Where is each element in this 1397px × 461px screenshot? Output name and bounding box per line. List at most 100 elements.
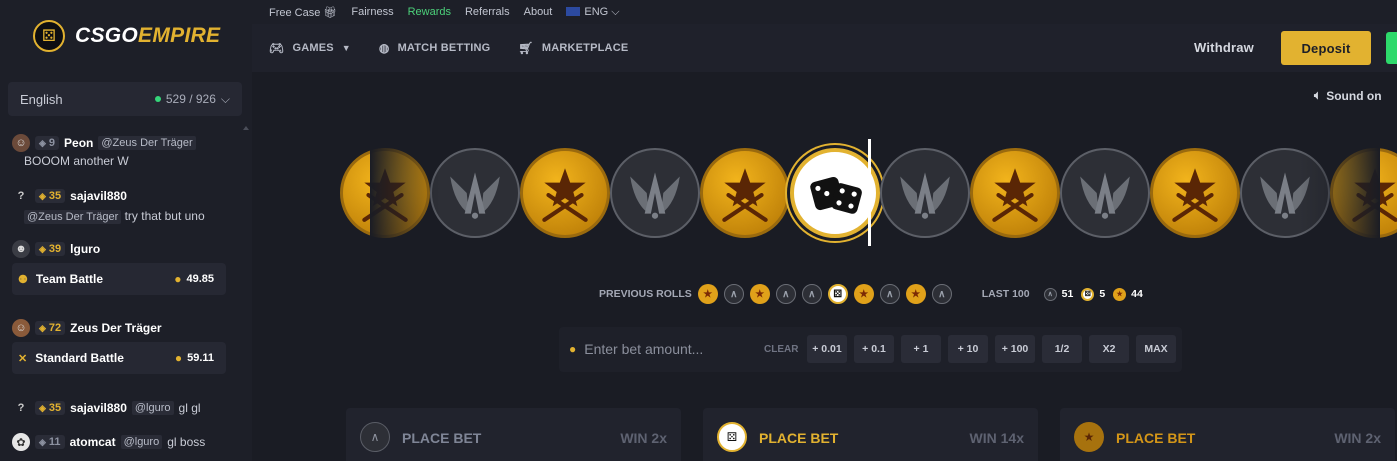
nav-marketplace[interactable]: 🛒︎ MARKETPLACE <box>518 41 628 55</box>
chat-language-label: English <box>20 91 63 107</box>
sound-label: Sound on <box>1326 88 1382 103</box>
coins-icon: ● <box>174 272 182 286</box>
clear-button[interactable]: CLEAR <box>764 344 798 355</box>
top-links: Free Case 🎁︎ Fairness Rewards Referrals … <box>252 0 1397 24</box>
level-value: 72 <box>48 322 62 334</box>
chat-text: gl boss <box>167 435 206 449</box>
level-icon: ◈ <box>39 436 46 447</box>
roller-fade-right <box>1300 140 1380 250</box>
globe-icon: ◍ <box>378 41 390 55</box>
ct-coin <box>880 148 970 238</box>
bet-panel-bonus[interactable]: ⚄ PLACE BET WIN 14x <box>703 408 1038 461</box>
chat-username[interactable]: Peon <box>64 136 93 150</box>
avatar[interactable]: ☻ <box>12 240 30 258</box>
chat-message: ? ◈ 35 sajavil880 @lguro gl gl <box>12 398 242 418</box>
half-button[interactable]: 1/2 <box>1042 335 1082 363</box>
battle-card[interactable]: ✕ Standard Battle ● 59.11 <box>12 342 226 374</box>
logo-text-part1: CSGO <box>75 24 139 47</box>
scroll-up-icon[interactable] <box>243 126 249 130</box>
avatar[interactable]: ✿ <box>12 433 30 451</box>
last100-bonus-count: 5 <box>1099 288 1106 300</box>
chat-mention[interactable]: @Zeus Der Träger <box>98 136 196 150</box>
chat-text: try that but uno <box>124 209 205 223</box>
chat-username[interactable]: sajavil880 <box>70 401 127 415</box>
level-badge: ◈ 35 <box>35 401 66 415</box>
language-label: ENG <box>584 5 609 18</box>
chat-language-selector[interactable]: English 529 / 926 ⌵ <box>8 82 242 116</box>
add-10-button[interactable]: + 10 <box>948 335 988 363</box>
nav-about[interactable]: About <box>524 6 553 18</box>
add-0.1-button[interactable]: + 0.1 <box>854 335 894 363</box>
chat-message: ☺ ◈ 9 Peon @Zeus Der Träger BOOOM another… <box>12 133 242 168</box>
double-button[interactable]: X2 <box>1089 335 1129 363</box>
nav-referrals[interactable]: Referrals <box>465 6 510 18</box>
chat-text: gl gl <box>178 401 201 415</box>
bet-placeholder: Enter bet amount... <box>584 341 704 357</box>
uk-flag-icon <box>566 7 581 17</box>
add-0.01-button[interactable]: + 0.01 <box>807 335 847 363</box>
max-button[interactable]: MAX <box>1136 335 1176 363</box>
previous-roll-bonus-icon: ⚄ <box>827 284 848 304</box>
t-icon: ★ <box>1113 287 1127 301</box>
bet-panel-ct[interactable]: ∧ PLACE BET WIN 2x <box>346 408 681 461</box>
previous-roll-ct-icon: ∧ <box>775 284 796 304</box>
level-value: 11 <box>48 436 61 448</box>
add-1-button[interactable]: + 1 <box>901 335 941 363</box>
chat-sidebar: ⚄ CSGOEMPIRE English 529 / 926 ⌵ ☺ ◈ 9 Pe… <box>0 0 252 461</box>
level-badge: ◈ 35 <box>35 189 66 203</box>
level-value: 9 <box>48 137 56 149</box>
nav-marketplace-label: MARKETPLACE <box>541 42 629 54</box>
previous-roll-t-icon: ★ <box>905 284 926 304</box>
t-coin <box>700 148 790 238</box>
nav-match-betting[interactable]: ◍ MATCH BETTING <box>379 41 491 55</box>
online-count: 529 / 926 <box>165 92 216 106</box>
chat-username[interactable]: sajavil880 <box>70 189 127 203</box>
add-100-button[interactable]: + 100 <box>995 335 1035 363</box>
win-multiplier: WIN 14x <box>969 430 1024 446</box>
t-coin <box>970 148 1060 238</box>
previous-roll-ct-icon: ∧ <box>723 284 744 304</box>
previous-rolls: PREVIOUS ROLLS ★ ∧ ★ ∧ ∧ ⚄ ★ ∧ ★ ∧ LAST 100 ∧ 51 ⚄… <box>599 284 1143 304</box>
online-counter: 529 / 926 ⌵ <box>154 92 230 107</box>
logo-text-part2: EMPIRE <box>138 24 221 47</box>
bonus-coin <box>790 148 880 238</box>
withdraw-button[interactable]: Withdraw <box>1194 40 1254 55</box>
chat-message: ? ◈ 35 sajavil880 @Zeus Der Träger try th… <box>12 186 242 224</box>
logo[interactable]: ⚄ CSGOEMPIRE <box>0 0 252 72</box>
avatar[interactable]: ? <box>12 187 30 205</box>
nav-fairness[interactable]: Fairness <box>351 6 393 18</box>
sound-toggle[interactable]: 🔈︎ Sound on <box>1314 88 1382 103</box>
avatar[interactable]: ☺ <box>12 319 30 337</box>
nav-match-betting-label: MATCH BETTING <box>397 42 491 54</box>
chat-mention[interactable]: @lguro <box>120 435 163 449</box>
roulette-roller <box>340 146 1397 242</box>
gamepad-icon: 🎮︎ <box>269 41 285 55</box>
chat-mention[interactable]: @Zeus Der Träger <box>24 210 122 224</box>
bet-panel-t[interactable]: ★ PLACE BET WIN 2x <box>1060 408 1395 461</box>
chat-username[interactable]: Zeus Der Träger <box>70 321 161 335</box>
roller-fade-left <box>370 140 440 250</box>
logo-dice-icon: ⚄ <box>33 20 65 52</box>
caret-down-icon: ▼ <box>341 43 351 53</box>
avatar[interactable]: ☺ <box>12 134 30 152</box>
avatar[interactable]: ? <box>12 399 30 417</box>
roll-marker <box>868 139 871 246</box>
chat-text: BOOOM another W <box>24 154 129 168</box>
chat-username[interactable]: atomcat <box>70 435 116 449</box>
deposit-button[interactable]: Deposit <box>1281 31 1371 65</box>
battle-amount: 49.85 <box>186 273 214 285</box>
level-badge: ◈ 72 <box>35 321 66 335</box>
language-selector[interactable]: ENG ⌵ <box>566 5 620 19</box>
nav-rewards[interactable]: Rewards <box>408 6 451 18</box>
chat-username[interactable]: lguro <box>70 242 100 256</box>
place-bet-label: PLACE BET <box>759 430 839 446</box>
bet-amount-input[interactable]: ● Enter bet amount... <box>569 336 749 362</box>
chat-mention[interactable]: @lguro <box>131 401 174 415</box>
battle-card[interactable]: ⚉ Team Battle ● 49.85 <box>12 263 226 295</box>
level-icon: ◈ <box>39 402 46 413</box>
previous-rolls-list: ★ ∧ ★ ∧ ∧ ⚄ ★ ∧ ★ ∧ <box>692 284 952 304</box>
gift-icon: 🎁︎ <box>323 6 338 19</box>
green-action-button[interactable] <box>1386 32 1397 64</box>
nav-free-case[interactable]: Free Case 🎁︎ <box>269 6 337 19</box>
nav-games[interactable]: 🎮︎ GAMES ▼ <box>269 41 351 55</box>
